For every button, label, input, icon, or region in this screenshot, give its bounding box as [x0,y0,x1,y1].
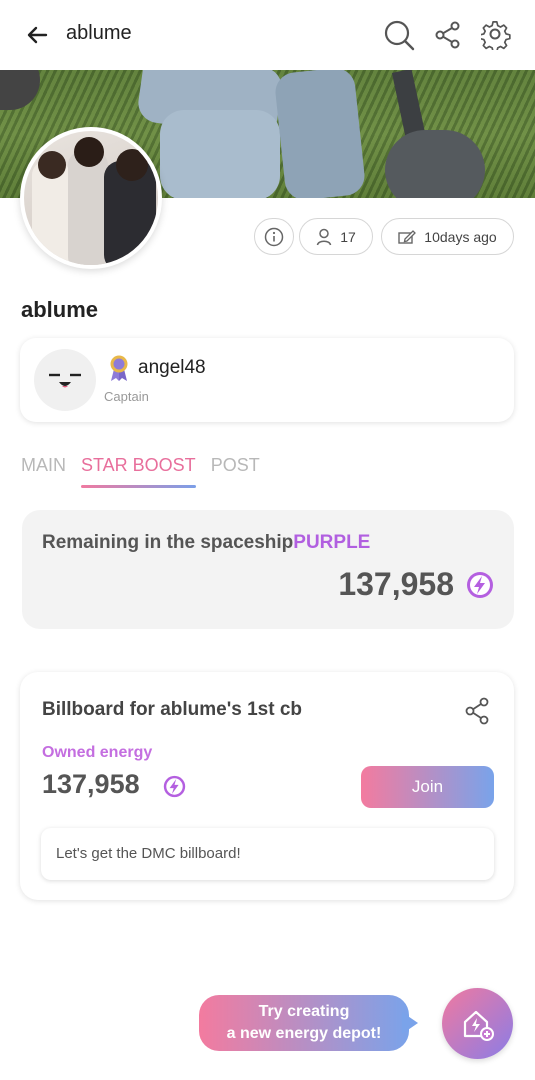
billboard-card: Billboard for ablume's 1st cb Owned ener… [20,672,514,900]
promo-line-1: Try creating [258,1003,350,1020]
captain-badge-icon [110,355,128,381]
promo-bubble-tail [402,1012,418,1034]
remaining-energy-card: Remaining in the spaceshipPURPLE 137,958 [22,510,514,629]
search-button[interactable] [382,18,416,52]
settings-button[interactable] [479,18,513,52]
remaining-label: Remaining in the spaceshipPURPLE [42,532,370,554]
share-button[interactable] [431,18,465,52]
remaining-label-text: Remaining in the spaceship [42,532,294,553]
billboard-share-button[interactable] [462,696,492,726]
billboard-title: Billboard for ablume's 1st cb [42,699,303,720]
spaceship-name: PURPLE [293,532,371,553]
tab-star-boost[interactable]: STAR BOOST [81,452,196,488]
info-button[interactable] [254,218,294,255]
back-button[interactable] [22,20,52,50]
energy-depot-add-icon [463,1010,494,1041]
group-avatar [20,127,162,269]
members-count: 17 [340,228,356,245]
edit-note-icon [398,229,417,244]
tab-bar: MAIN STAR BOOST POST [21,452,260,492]
group-name: ablume [21,297,99,322]
sleepy-face-icon [49,373,81,388]
search-icon [384,20,415,51]
energy-depot-promo-bubble[interactable]: Try creating a new energy depot! [199,995,409,1051]
info-icon [264,227,284,246]
owned-energy-value: 137,958 [42,769,140,799]
created-time-pill: 10days ago [381,218,514,255]
person-icon [316,228,332,245]
captain-card[interactable]: angel48 Captain [20,338,514,422]
create-energy-depot-button[interactable] [442,988,513,1059]
page-title: ablume [66,22,132,44]
captain-role: Captain [104,389,149,404]
join-button[interactable]: Join [361,766,494,808]
created-time: 10days ago [424,228,497,245]
owned-energy-label: Owned energy [42,744,153,761]
members-count-pill[interactable]: 17 [299,218,373,255]
tab-main[interactable]: MAIN [21,452,66,488]
share-icon [465,697,489,725]
gear-icon [481,21,511,50]
tab-post[interactable]: POST [211,452,260,488]
energy-bolt-icon [163,775,186,798]
top-bar: ablume [0,0,535,70]
remaining-energy-value: 137,958 [338,566,454,602]
promo-line-2: a new energy depot! [226,1025,382,1042]
captain-avatar [34,349,96,411]
energy-bolt-icon [467,572,493,598]
billboard-message: Let's get the DMC billboard! [41,828,494,880]
back-arrow-icon [27,26,48,44]
share-icon [435,21,460,49]
captain-name: angel48 [138,357,206,378]
